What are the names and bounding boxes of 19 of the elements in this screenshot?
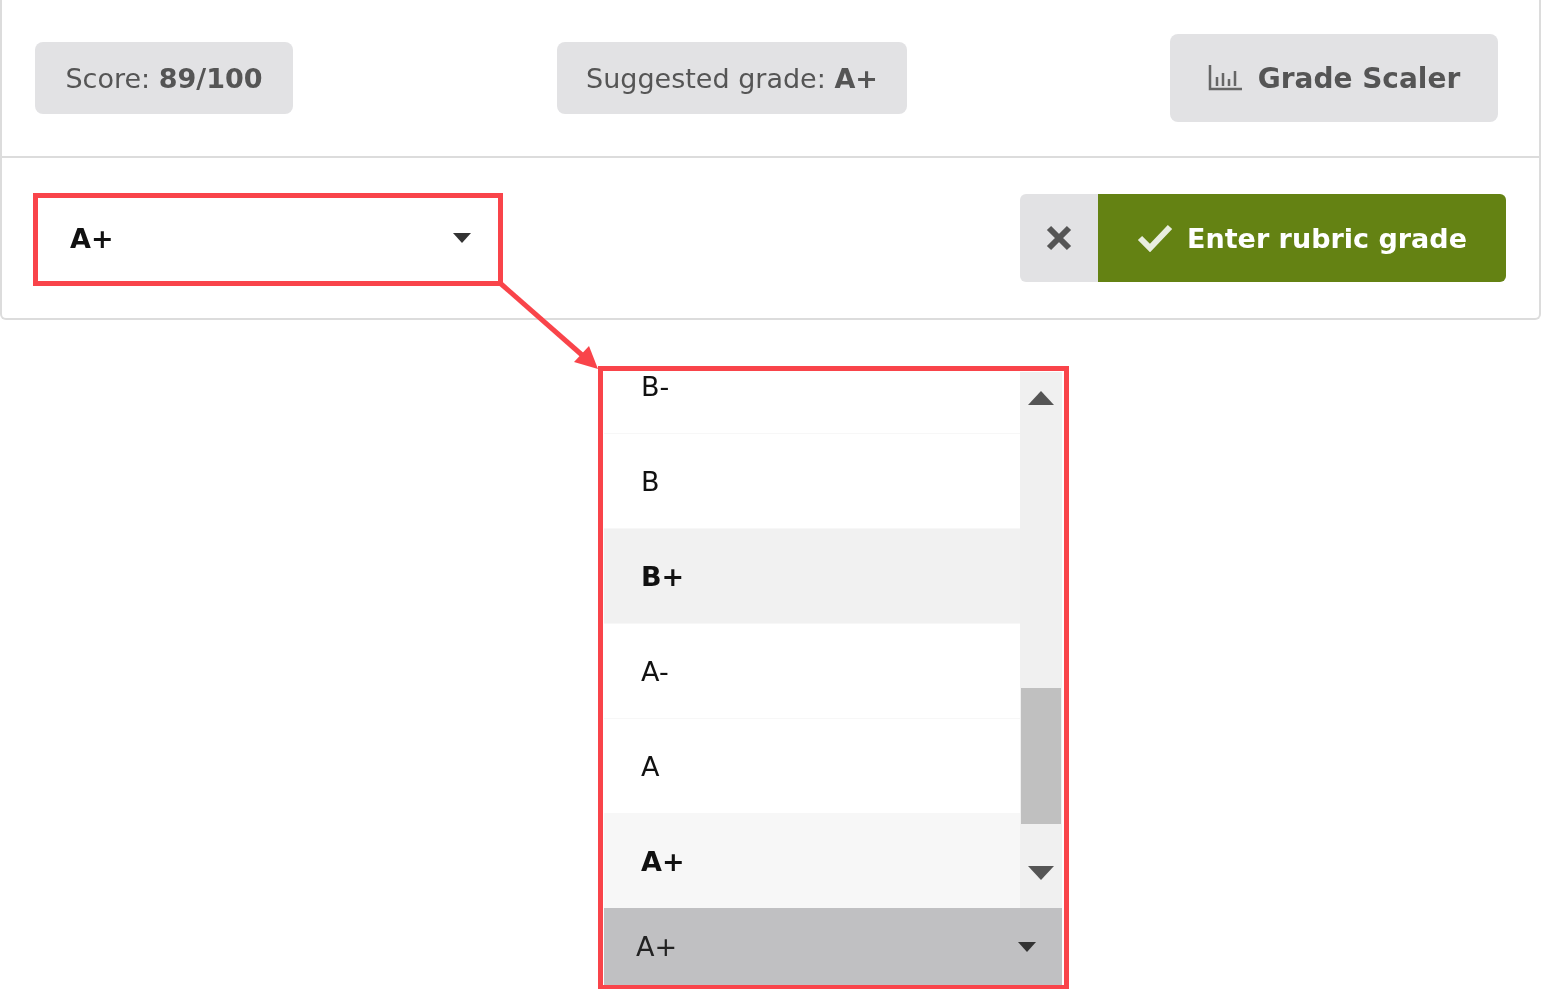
grade-option[interactable]: A+ bbox=[604, 814, 1020, 908]
score-label: Score: 89/100 bbox=[65, 62, 263, 94]
grade-scaler-button[interactable]: Grade Scaler bbox=[1170, 34, 1498, 122]
scrollbar[interactable] bbox=[1020, 372, 1062, 908]
caret-icon bbox=[453, 233, 471, 243]
grade-dropdown[interactable]: A+ bbox=[604, 908, 1062, 985]
check-icon bbox=[1137, 224, 1173, 252]
grade-option[interactable]: B+ bbox=[604, 529, 1020, 624]
enter-rubric-grade-button[interactable]: Enter rubric grade bbox=[1098, 194, 1506, 282]
scroll-thumb[interactable] bbox=[1021, 688, 1061, 824]
cancel-button[interactable] bbox=[1020, 194, 1098, 282]
dropdown-value: A+ bbox=[636, 931, 678, 962]
caret-icon bbox=[1018, 941, 1036, 952]
scroll-up-icon bbox=[1028, 391, 1054, 405]
selected-grade: A+ bbox=[70, 222, 114, 254]
suggested-grade-label: Suggested grade: A+ bbox=[586, 62, 878, 94]
bar-chart-icon bbox=[1207, 65, 1242, 91]
scroll-down-icon bbox=[1028, 866, 1054, 880]
close-icon bbox=[1046, 225, 1072, 251]
